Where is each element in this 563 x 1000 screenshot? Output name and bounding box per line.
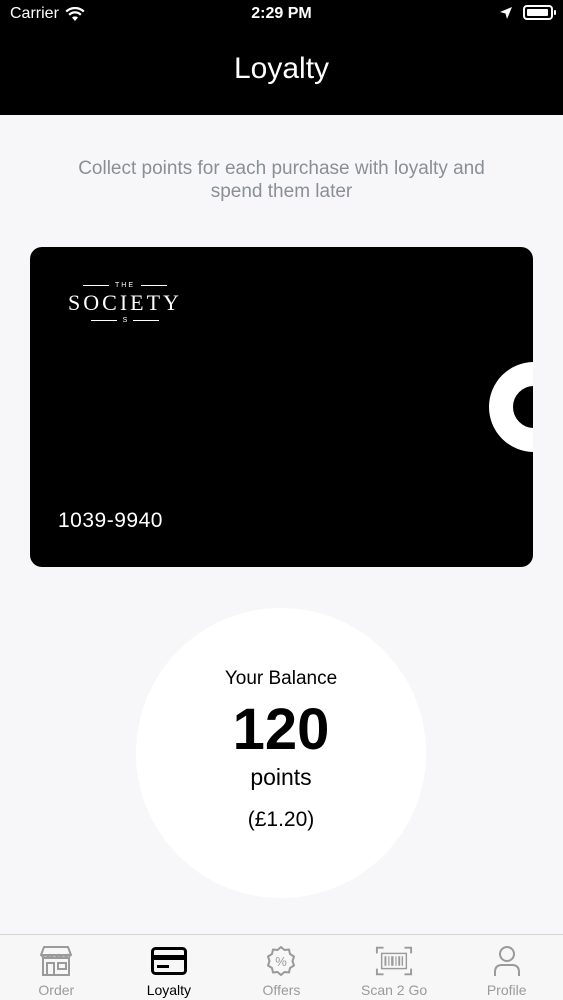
tab-loyalty[interactable]: Loyalty xyxy=(113,935,226,1000)
society-logo: THE SOCIETY S xyxy=(65,282,185,324)
logo-name: SOCIETY xyxy=(68,290,182,315)
tab-order[interactable]: Order xyxy=(0,935,113,1000)
status-right xyxy=(499,5,556,20)
balance-money-value: (£1.20) xyxy=(247,808,315,831)
tab-profile-label: Profile xyxy=(486,982,527,998)
nav-bar: Loyalty xyxy=(0,30,563,115)
tab-scan-2-go-label: Scan 2 Go xyxy=(361,982,428,998)
svg-text:%: % xyxy=(276,954,288,969)
discount-badge-icon: % xyxy=(267,946,296,976)
tab-offers[interactable]: % Offers xyxy=(225,935,338,1000)
card-ring-decoration xyxy=(489,362,533,452)
tab-bar: Order Loyalty % Offers Scan 2 Go Profile xyxy=(0,934,563,1000)
battery-icon xyxy=(523,5,556,20)
logo-the: THE xyxy=(115,282,135,289)
store-icon xyxy=(40,946,73,976)
card-number: 1039-9940 xyxy=(58,509,163,532)
loyalty-description: Collect points for each purchase with lo… xyxy=(78,158,485,202)
location-arrow-icon xyxy=(500,6,512,19)
tab-profile[interactable]: Profile xyxy=(450,935,563,1000)
tab-order-label: Order xyxy=(38,982,75,998)
tab-offers-label: Offers xyxy=(262,982,301,998)
page-title: Loyalty xyxy=(233,52,330,85)
balance-label: Your Balance xyxy=(224,668,338,689)
balance-value: 120 xyxy=(232,697,330,762)
balance-circle: Your Balance 120 points (£1.20) xyxy=(136,608,426,898)
tab-loyalty-label: Loyalty xyxy=(146,982,192,998)
logo-mark: S xyxy=(122,317,128,324)
loyalty-card[interactable]: THE SOCIETY S 1039-9940 xyxy=(30,247,533,567)
balance-unit: points xyxy=(250,764,312,790)
barcode-icon xyxy=(376,946,413,976)
person-icon xyxy=(493,946,520,976)
status-time: 2:29 PM xyxy=(251,5,312,22)
tab-scan-2-go[interactable]: Scan 2 Go xyxy=(338,935,451,1000)
card-icon xyxy=(150,947,187,975)
status-bar: Carrier 2:29 PM xyxy=(0,0,563,30)
